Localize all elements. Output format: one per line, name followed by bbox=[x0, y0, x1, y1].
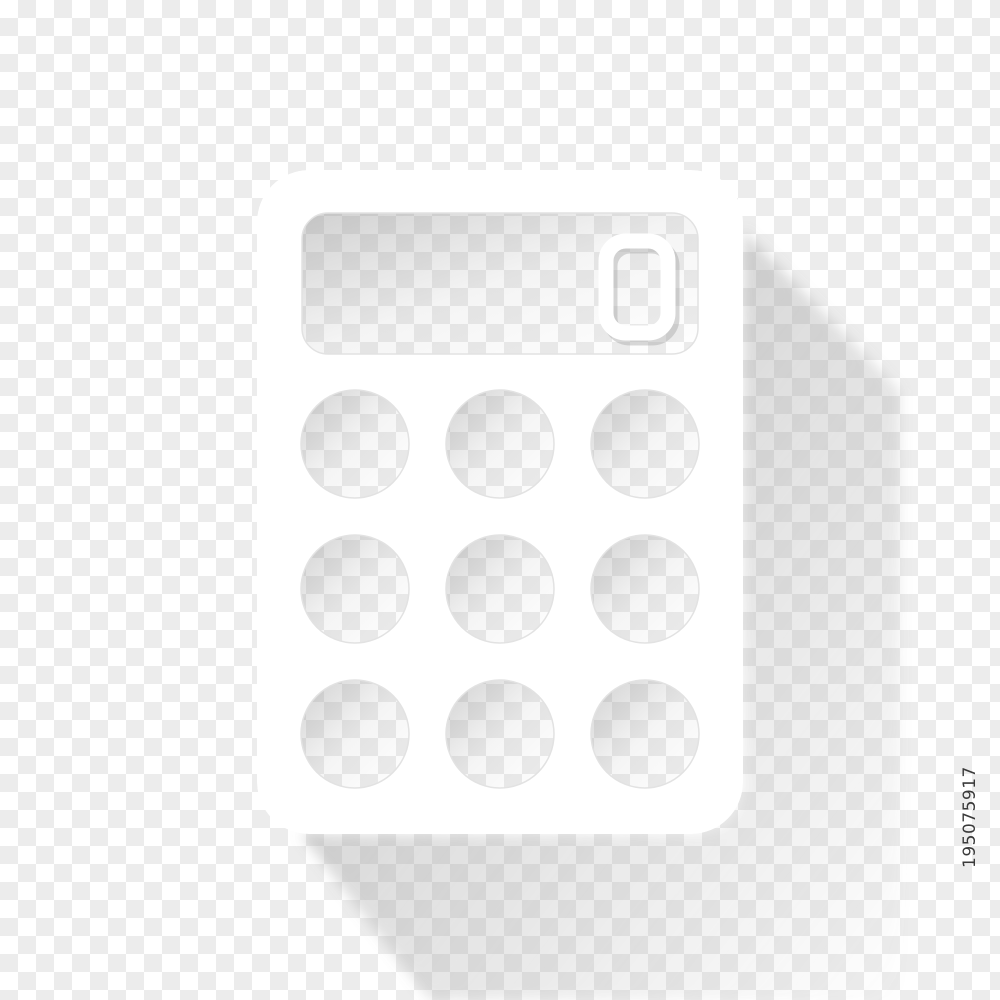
calculator-illustration bbox=[257, 170, 900, 1000]
stock-id-label: 195075917 bbox=[960, 766, 980, 868]
